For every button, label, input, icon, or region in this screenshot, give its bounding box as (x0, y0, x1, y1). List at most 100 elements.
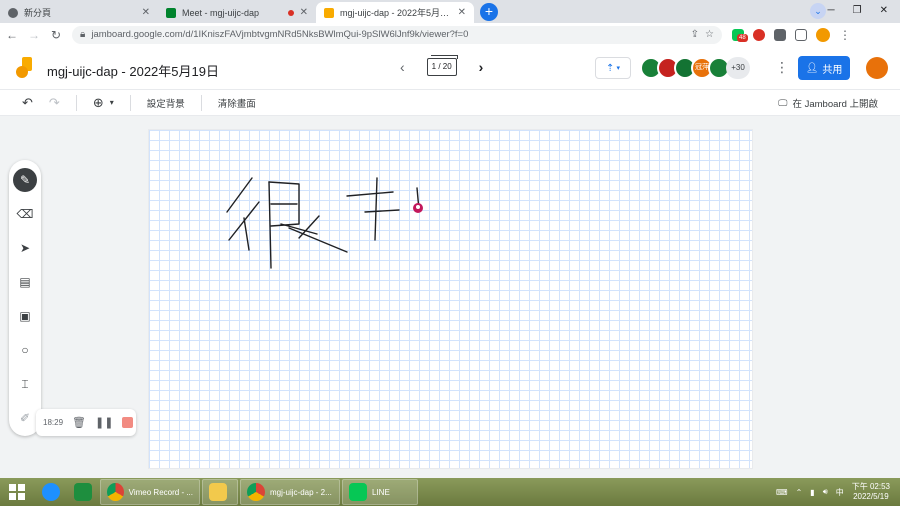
pause-icon[interactable]: ❚❚ (95, 416, 113, 429)
bookmark-star-icon[interactable]: ☆ (705, 29, 714, 40)
ink-stroke (226, 177, 253, 213)
url-text[interactable]: jamboard.google.com/d/1IKniszFAVjmbtvgmN… (91, 29, 684, 40)
trash-icon[interactable]: 🗑︎ (72, 416, 86, 429)
tab-title: Meet - mgj-uijc-dap (182, 7, 260, 18)
ink-stroke (364, 209, 400, 213)
share-page-icon[interactable]: ⇪ (691, 29, 699, 40)
account-avatar[interactable] (866, 57, 888, 79)
minimize-icon[interactable]: ─ (828, 5, 835, 16)
taskbar-clock[interactable]: 下午 02:53 2022/5/19 (852, 482, 890, 502)
jamboard-logo-icon[interactable] (16, 57, 32, 79)
google-meet-icon (166, 7, 176, 18)
ime-indicator[interactable]: 中 (836, 487, 844, 498)
image-tool-icon[interactable]: ▣ (13, 304, 37, 328)
ink-stroke (243, 217, 250, 251)
taskbar-ie-icon[interactable] (36, 479, 66, 505)
browser-menu-icon[interactable]: ⋮ (839, 28, 851, 42)
next-frame-icon[interactable]: › (479, 59, 484, 75)
close-icon[interactable]: ✕ (458, 7, 466, 18)
edit-toolbar: ↶ ↷ ⊕ ▾ 設定背景 清除畫面 🖵︎ 在 Jamboard 上開啟 (0, 90, 900, 116)
forward-arrow-icon[interactable]: → (28, 28, 40, 42)
back-arrow-icon[interactable]: ← (6, 28, 18, 42)
chrome-icon (247, 483, 265, 501)
open-in-jamboard-label: 在 Jamboard 上開啟 (792, 99, 878, 110)
eraser-tool-icon[interactable]: ⌫ (13, 202, 37, 226)
more-options-icon[interactable]: ⋮ (775, 59, 789, 76)
chrome-icon (107, 483, 124, 501)
reload-icon[interactable]: ↻ (50, 28, 62, 42)
taskbar-item-chrome[interactable]: mgj-uijc-dap - 2... (240, 479, 340, 505)
extension-badge: 48 (737, 33, 748, 42)
laser-tool-icon[interactable]: ✐ (13, 406, 37, 430)
windows-start-icon[interactable] (0, 478, 34, 506)
recording-widget: 18:29 🗑︎ ❚❚ (36, 409, 136, 436)
jamboard-icon (324, 7, 334, 18)
network-icon[interactable]: ▮ (810, 488, 814, 497)
taskbar-item-label: Vimeo Record - ... (128, 487, 193, 497)
chevron-up-icon[interactable]: ⌃ (796, 488, 803, 497)
taskbar-item-explorer[interactable] (202, 479, 238, 505)
present-button[interactable]: ⇡ ▾ (595, 57, 631, 79)
toolbar-divider (129, 94, 131, 111)
puzzle-extensions-icon[interactable] (774, 28, 786, 41)
address-bar[interactable]: 🔒︎ jamboard.google.com/d/1IKniszFAVjmbtv… (72, 25, 722, 44)
windows-taskbar: Vimeo Record - ... mgj-uijc-dap - 2... L… (0, 478, 900, 506)
chevron-down-icon[interactable]: ▾ (110, 98, 114, 107)
tab-meet[interactable]: Meet - mgj-uijc-dap ✕ (158, 2, 316, 23)
undo-icon[interactable]: ↶ (22, 95, 33, 111)
file-explorer-icon (209, 483, 227, 501)
side-panel-icon[interactable] (795, 28, 807, 41)
clear-frame-button[interactable]: 清除畫面 (218, 96, 256, 110)
ink-stroke (268, 181, 272, 269)
ink-stroke (374, 177, 378, 241)
pen-tool-icon[interactable]: ✎ (13, 168, 37, 192)
browser-profile-avatar[interactable] (816, 27, 830, 42)
previous-frame-icon[interactable]: ‹ (400, 59, 405, 75)
close-icon[interactable]: ✕ (142, 7, 150, 18)
frame-bar-button[interactable]: 1 / 20 (426, 55, 458, 76)
text-box-tool-icon[interactable]: ⌶ (13, 372, 37, 396)
select-tool-icon[interactable]: ➤ (13, 236, 37, 260)
set-background-button[interactable]: 設定背景 (147, 96, 185, 110)
window-close-icon[interactable]: ✕ (880, 5, 888, 16)
toolbar-divider (200, 94, 202, 111)
restore-icon[interactable]: ❐ (853, 5, 862, 16)
tab-title: mgj-uijc-dap - 2022年5月19日 (340, 8, 452, 18)
record-extension-icon[interactable] (753, 28, 765, 41)
taskbar-item-vimeo[interactable]: Vimeo Record - ... (100, 479, 200, 505)
chrome-newtab-icon (8, 7, 18, 18)
ink-stroke (346, 191, 394, 197)
circle-shape-tool-icon[interactable]: ○ (13, 338, 37, 362)
close-icon[interactable]: ✕ (300, 7, 308, 18)
redo-icon[interactable]: ↷ (49, 95, 60, 111)
clock-date: 2022/5/19 (853, 492, 889, 501)
line-extension-icon[interactable]: 48 (732, 28, 748, 42)
share-button[interactable]: 👤︎ 共用 (798, 56, 850, 80)
system-tray: ⌨ ⌃ ▮ 🔊︎ 中 下午 02:53 2022/5/19 (776, 478, 900, 506)
tab-jamboard[interactable]: mgj-uijc-dap - 2022年5月19日 ✕ (316, 2, 474, 23)
more-participants-count[interactable]: +30 (726, 57, 750, 79)
taskbar-store-icon[interactable] (68, 479, 98, 505)
monitor-icon: 🖵︎ (778, 97, 788, 109)
tool-rail: ✎ ⌫ ➤ ▤ ▣ ○ ⌶ ✐ (9, 160, 41, 436)
keyboard-icon[interactable]: ⌨ (776, 488, 788, 497)
lock-icon[interactable]: 🔒︎ (80, 29, 85, 40)
document-title[interactable]: mgj-uijc-dap - 2022年5月19日 (47, 61, 219, 80)
ink-stroke (288, 227, 348, 253)
recording-indicator-icon (287, 9, 294, 16)
frame-navigator: ‹ 1 / 20 › (400, 55, 484, 76)
clock-time: 下午 02:53 (851, 482, 890, 491)
zoom-icon[interactable]: ⊕ (93, 95, 104, 111)
app-header: mgj-uijc-dap - 2022年5月19日 ‹ 1 / 20 › ⇡ ▾… (0, 46, 900, 90)
volume-icon[interactable]: 🔊︎ (823, 487, 828, 497)
stop-icon[interactable] (122, 417, 134, 428)
whiteboard-frame[interactable] (148, 129, 753, 469)
new-tab-button[interactable]: + (480, 3, 498, 21)
recording-time: 18:29 (43, 418, 64, 427)
tab-new-tab[interactable]: 新分頁 ✕ (0, 2, 158, 23)
ink-stroke (298, 215, 320, 239)
taskbar-item-line[interactable]: LINE (342, 479, 418, 505)
open-in-jamboard-button[interactable]: 🖵︎ 在 Jamboard 上開啟 (778, 96, 878, 111)
sticky-note-tool-icon[interactable]: ▤ (13, 270, 37, 294)
tab-search-icon[interactable]: ⌄ (810, 3, 826, 19)
